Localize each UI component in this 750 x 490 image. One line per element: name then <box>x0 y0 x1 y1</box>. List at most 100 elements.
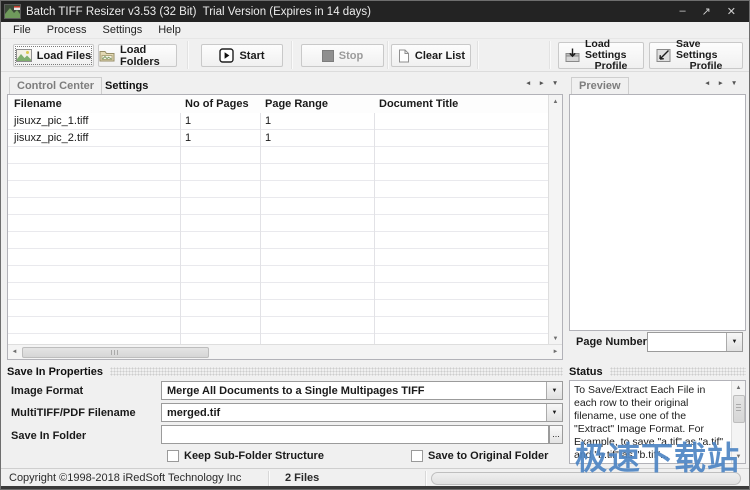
save-in-properties-section: Save In Properties <box>7 365 563 378</box>
scrollbar-grip <box>736 404 741 413</box>
menu-file[interactable]: File <box>5 23 39 37</box>
tab-prev-icon[interactable]: ◄ <box>525 80 531 87</box>
start-button[interactable]: Start <box>201 44 283 67</box>
save-in-folder-input[interactable] <box>161 425 549 444</box>
table-horizontal-scrollbar[interactable]: ◄ ► <box>8 344 562 359</box>
col-header-page-range[interactable]: Page Range <box>265 95 328 113</box>
menu-help[interactable]: Help <box>150 23 189 37</box>
tab-settings[interactable]: Settings <box>105 78 148 94</box>
image-format-label: Image Format <box>11 385 83 397</box>
stop-icon <box>322 50 334 62</box>
table-body: jisuxz_pic_1.tiff 1 1 jisuxz_pic_2.tiff … <box>8 113 549 345</box>
tab-control-center[interactable]: Control Center <box>9 77 102 95</box>
clear-list-icon <box>397 49 410 63</box>
toolbar-separator <box>291 41 292 69</box>
toolbar-separator <box>387 41 388 69</box>
file-table-panel: Filename No of Pages Page Range Document… <box>7 94 563 360</box>
tab-dropdown-icon[interactable]: ▼ <box>731 80 737 87</box>
preview-panel <box>569 94 746 331</box>
menu-process[interactable]: Process <box>39 23 95 37</box>
multitiff-filename-value: merged.tif <box>162 404 546 421</box>
save-original-checkbox[interactable] <box>411 450 423 462</box>
load-settings-profile-label-2: Profile <box>595 61 628 72</box>
multitiff-filename-combobox[interactable]: merged.tif ▼ <box>161 403 563 422</box>
toolbar-separator <box>187 41 188 69</box>
scroll-right-icon[interactable]: ► <box>549 345 562 358</box>
tab-prev-icon[interactable]: ◄ <box>704 80 710 87</box>
table-header-row: Filename No of Pages Page Range Document… <box>8 95 562 114</box>
statusbar-divider <box>425 471 426 487</box>
scroll-up-icon[interactable]: ▲ <box>732 381 745 394</box>
save-in-properties-title: Save In Properties <box>7 366 103 378</box>
table-row[interactable]: jisuxz_pic_1.tiff 1 1 <box>8 113 549 130</box>
combo-arrow-icon[interactable]: ▼ <box>726 333 742 351</box>
status-title: Status <box>569 366 603 378</box>
table-vertical-scrollbar[interactable]: ▲ ▼ <box>548 95 562 345</box>
col-header-no-of-pages[interactable]: No of Pages <box>185 95 249 113</box>
combo-arrow-icon[interactable]: ▼ <box>546 382 562 399</box>
cell-no-of-pages: 1 <box>185 130 191 147</box>
page-number-label: Page Number <box>576 336 647 348</box>
tab-dropdown-icon[interactable]: ▼ <box>552 80 558 87</box>
keep-subfolder-label: Keep Sub-Folder Structure <box>184 450 324 462</box>
toolbar-separator <box>549 41 550 69</box>
cell-page-range: 1 <box>265 130 271 147</box>
save-settings-profile-label-1: Save Settings <box>676 39 736 61</box>
keep-subfolder-checkbox[interactable] <box>167 450 179 462</box>
status-section: Status <box>569 365 746 378</box>
load-folders-icon <box>99 49 115 62</box>
column-divider <box>260 113 261 345</box>
save-in-folder-label: Save In Folder <box>11 430 86 442</box>
column-divider <box>374 113 375 345</box>
menu-bar: File Process Settings Help <box>1 22 749 39</box>
scroll-left-icon[interactable]: ◄ <box>8 345 21 358</box>
image-format-value: Merge All Documents to a Single Multipag… <box>162 382 546 399</box>
start-icon <box>219 48 234 63</box>
load-folders-button[interactable]: Load Folders <box>98 44 177 67</box>
app-icon <box>4 4 21 19</box>
load-settings-profile-button[interactable]: Load Settings Profile <box>558 42 644 69</box>
combo-arrow-icon[interactable]: ▼ <box>546 404 562 421</box>
minimize-button[interactable]: – <box>679 5 685 18</box>
tab-next-icon[interactable]: ► <box>717 80 723 87</box>
browse-folder-button[interactable]: ... <box>549 425 563 444</box>
stop-button[interactable]: Stop <box>301 44 384 67</box>
app-window: Batch TIFF Resizer v3.53 (32 Bit) Trial … <box>0 0 750 490</box>
clear-list-button[interactable]: Clear List <box>391 44 471 67</box>
load-files-icon <box>16 49 32 62</box>
watermark-text: 极速下载站 <box>575 441 740 476</box>
section-pattern <box>110 367 563 376</box>
maximize-button[interactable]: ↗ <box>702 5 711 18</box>
col-header-document-title[interactable]: Document Title <box>379 95 458 113</box>
menu-settings[interactable]: Settings <box>94 23 150 37</box>
page-number-value <box>648 333 726 351</box>
page-number-combobox[interactable]: ▼ <box>647 332 743 352</box>
scroll-up-icon[interactable]: ▲ <box>549 95 562 108</box>
scrollbar-grip <box>111 350 120 355</box>
window-title: Batch TIFF Resizer v3.53 (32 Bit) Trial … <box>26 6 371 18</box>
tab-preview[interactable]: Preview <box>571 77 629 95</box>
stop-label: Stop <box>339 50 363 62</box>
scrollbar-thumb[interactable] <box>733 395 745 423</box>
load-files-button[interactable]: Load Files <box>13 44 94 67</box>
tab-next-icon[interactable]: ► <box>538 80 544 87</box>
column-divider <box>180 113 181 345</box>
load-settings-profile-icon <box>565 48 580 63</box>
cell-no-of-pages: 1 <box>185 113 191 130</box>
cell-page-range: 1 <box>265 113 271 130</box>
cell-filename: jisuxz_pic_2.tiff <box>14 130 88 147</box>
save-settings-profile-label-2: Profile <box>690 61 723 72</box>
title-bar: Batch TIFF Resizer v3.53 (32 Bit) Trial … <box>1 1 749 22</box>
close-button[interactable]: ✕ <box>727 5 736 18</box>
image-format-combobox[interactable]: Merge All Documents to a Single Multipag… <box>161 381 563 400</box>
load-folders-label: Load Folders <box>120 44 176 68</box>
col-header-filename[interactable]: Filename <box>14 95 62 113</box>
toolbar-separator <box>477 41 478 69</box>
section-pattern <box>610 367 746 376</box>
preview-tabnav: ◄ ► ▼ <box>704 80 737 87</box>
toolbar: Load Files Load Folders Start <box>1 39 749 72</box>
statusbar-divider <box>268 471 269 487</box>
table-row[interactable]: jisuxz_pic_2.tiff 1 1 <box>8 130 549 147</box>
scrollbar-thumb[interactable] <box>22 347 209 358</box>
save-settings-profile-button[interactable]: Save Settings Profile <box>649 42 743 69</box>
